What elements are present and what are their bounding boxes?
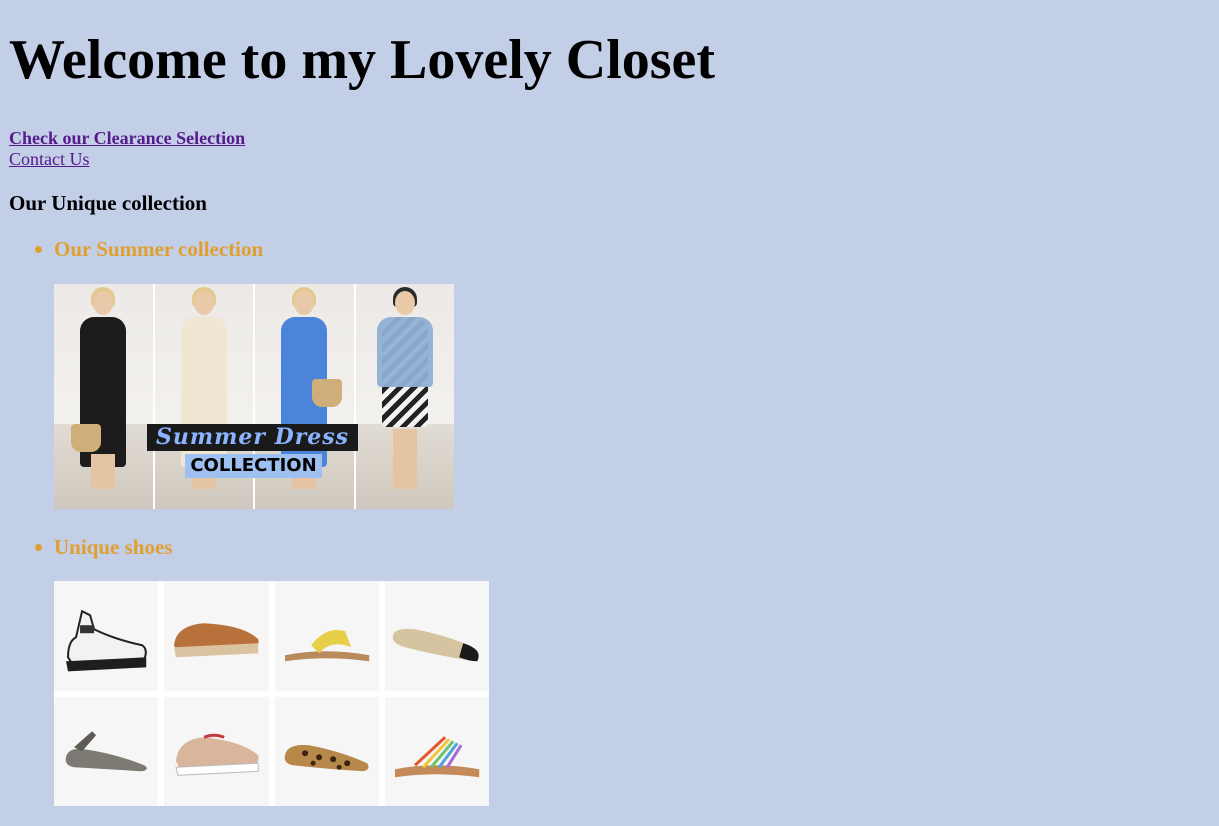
shoe-pewter-pointed-flat [54,696,159,806]
shoe-yellow-slide [274,581,379,691]
unique-shoes-image [54,581,489,806]
summer-collection-image: Summer Dress COLLECTION [54,284,454,509]
shoe-black-white-sandal [54,581,159,691]
summer-collection-title: Our Summer collection [54,237,264,261]
list-bullet [35,544,42,551]
contact-us-link[interactable]: Contact Us [9,148,90,170]
shoe-beige-ballet-flat [384,581,489,691]
page: Welcome to my Lovely Closet Check our Cl… [0,0,1219,826]
page-title: Welcome to my Lovely Closet [9,29,716,91]
shoe-rainbow-thong-sandal [384,696,489,806]
summer-banner-title: Summer Dress [147,424,358,451]
list-bullet [35,246,42,253]
unique-shoes-title: Unique shoes [54,535,173,559]
section-heading: Our Unique collection [9,191,207,215]
clearance-link[interactable]: Check our Clearance Selection [9,127,245,149]
shoe-leopard-loafer [274,696,379,806]
summer-photo-denim-jacket [355,284,454,509]
shoe-nude-lace-up [164,696,269,806]
summer-banner-subtitle: COLLECTION [185,454,322,478]
summer-photo-black-dress [54,284,153,509]
shoe-tan-espadrille [164,581,269,691]
